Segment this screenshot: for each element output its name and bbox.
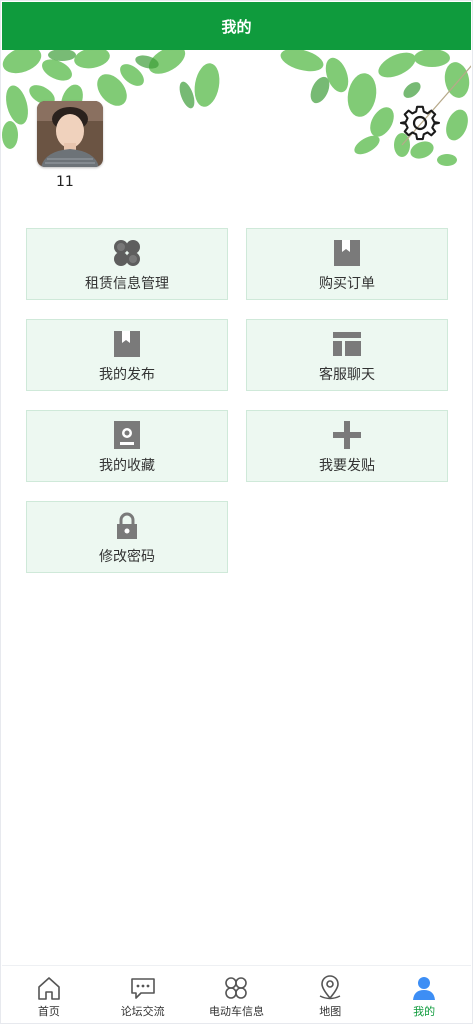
clover-icon: [222, 974, 250, 1002]
menu-label: 我的收藏: [99, 458, 155, 474]
menu-label: 我要发贴: [319, 458, 375, 474]
chat-icon: [129, 974, 157, 1002]
menu-create-post[interactable]: 我要发贴: [246, 410, 448, 482]
tab-label: 地图: [319, 1005, 342, 1018]
bottom-tab-bar: 首页 论坛交流 电动车信息 地图 我的: [2, 965, 471, 1022]
bookmark-icon: [331, 237, 363, 269]
bookmark-icon: [111, 328, 143, 360]
menu-my-favorites[interactable]: 我的收藏: [26, 410, 228, 482]
tab-forum[interactable]: 论坛交流: [96, 966, 190, 1022]
tab-label: 论坛交流: [120, 1005, 165, 1018]
page-title: 我的: [2, 2, 471, 50]
menu-label: 租赁信息管理: [85, 276, 169, 292]
menu-my-posts[interactable]: 我的发布: [26, 319, 228, 391]
menu-label: 客服聊天: [319, 367, 375, 383]
menu-label: 修改密码: [99, 549, 155, 565]
lock-icon: [111, 510, 143, 542]
tab-mine[interactable]: 我的: [377, 966, 471, 1022]
tab-label: 首页: [37, 1005, 60, 1018]
tab-ebike-info[interactable]: 电动车信息: [190, 966, 284, 1022]
settings-gear-icon[interactable]: [399, 103, 440, 143]
menu-purchase-orders[interactable]: 购买订单: [246, 228, 448, 300]
menu-change-password[interactable]: 修改密码: [26, 501, 228, 573]
tab-label: 我的: [413, 1005, 436, 1018]
avatar[interactable]: [37, 101, 103, 167]
menu-label: 购买订单: [319, 276, 375, 292]
tab-map[interactable]: 地图: [283, 966, 377, 1022]
username: 11: [56, 174, 74, 190]
clover-icon: [111, 237, 143, 269]
plus-icon: [331, 419, 363, 451]
location-pin-icon: [316, 974, 344, 1002]
tab-home[interactable]: 首页: [2, 966, 96, 1022]
home-icon: [35, 974, 63, 1002]
layout-icon: [331, 328, 363, 360]
contact-icon: [111, 419, 143, 451]
menu-customer-service-chat[interactable]: 客服聊天: [246, 319, 448, 391]
tab-label: 电动车信息: [208, 1005, 264, 1018]
user-icon: [410, 974, 438, 1002]
menu-label: 我的发布: [99, 367, 155, 383]
menu-rental-management[interactable]: 租赁信息管理: [26, 228, 228, 300]
